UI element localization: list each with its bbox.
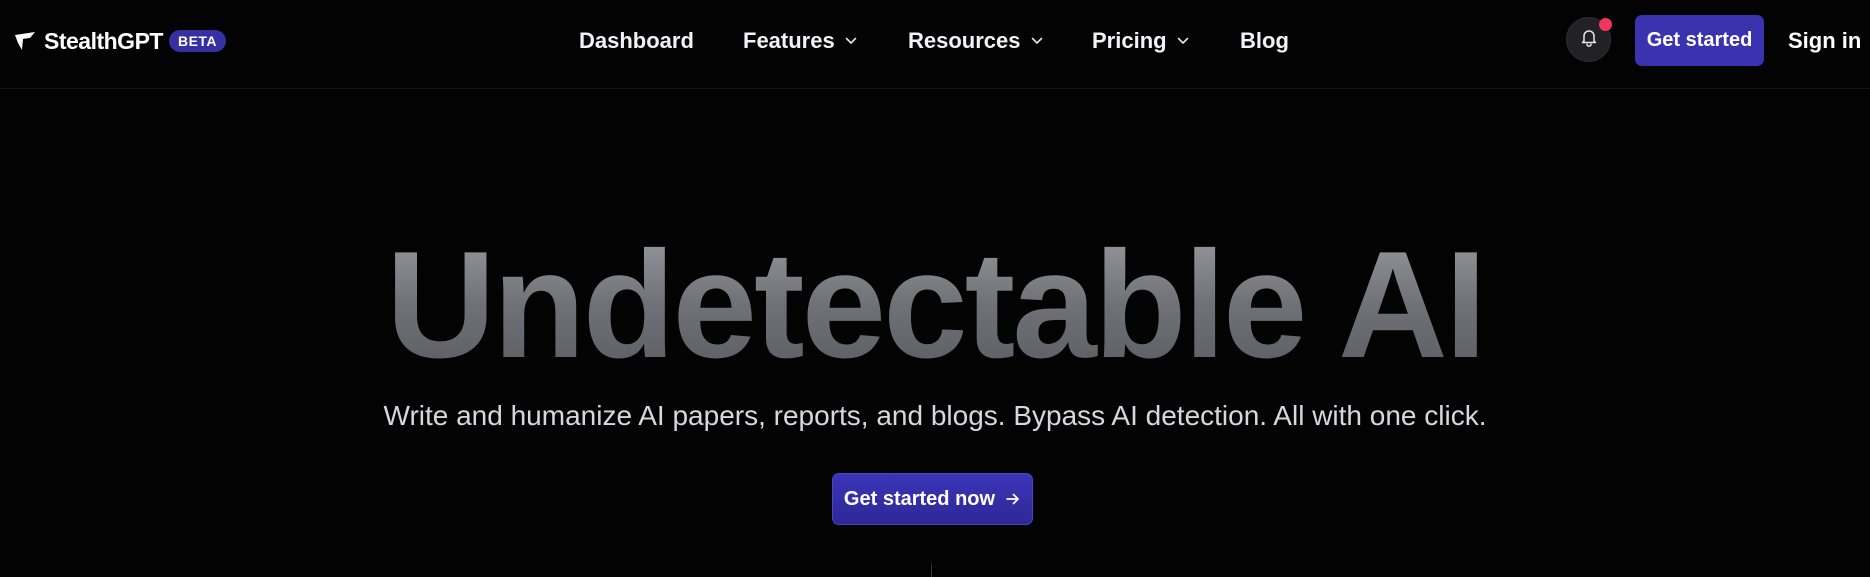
beta-badge: BETA — [168, 30, 227, 52]
page: StealthGPT BETA Dashboard Features Resou… — [0, 0, 1870, 577]
chevron-down-icon — [845, 37, 857, 45]
nav-item-blog[interactable]: Blog — [1240, 24, 1289, 58]
get-started-now-button[interactable]: Get started now — [832, 473, 1033, 525]
nav-item-pricing[interactable]: Pricing — [1092, 24, 1189, 58]
hero-subtitle: Write and humanize AI papers, reports, a… — [383, 400, 1487, 431]
sign-in-link[interactable]: Sign in — [1788, 24, 1861, 58]
brand-logo[interactable]: StealthGPT BETA — [14, 26, 227, 56]
nav-item-dashboard[interactable]: Dashboard — [579, 24, 694, 58]
hero-title: Undetectable AI — [0, 226, 1870, 384]
chevron-down-icon — [1177, 37, 1189, 45]
nav-item-label: Dashboard — [579, 28, 694, 53]
nav-item-label: Features — [743, 28, 835, 53]
stealth-logo-icon — [14, 30, 38, 52]
nav-item-label: Resources — [908, 28, 1021, 53]
top-nav-bar: StealthGPT BETA Dashboard Features Resou… — [0, 0, 1870, 89]
brand-name: StealthGPT — [44, 27, 163, 54]
chevron-down-icon — [1031, 37, 1043, 45]
nav-item-features[interactable]: Features — [743, 24, 857, 58]
nav-item-label: Blog — [1240, 28, 1289, 53]
scroll-indicator — [931, 563, 932, 577]
arrow-right-icon — [1005, 492, 1021, 506]
cta-label: Get started now — [843, 487, 996, 510]
nav-item-resources[interactable]: Resources — [908, 24, 1043, 58]
nav-item-label: Pricing — [1092, 28, 1167, 53]
unread-notification-dot — [1599, 18, 1612, 31]
bell-icon — [1579, 27, 1599, 52]
get-started-button[interactable]: Get started — [1635, 15, 1764, 66]
